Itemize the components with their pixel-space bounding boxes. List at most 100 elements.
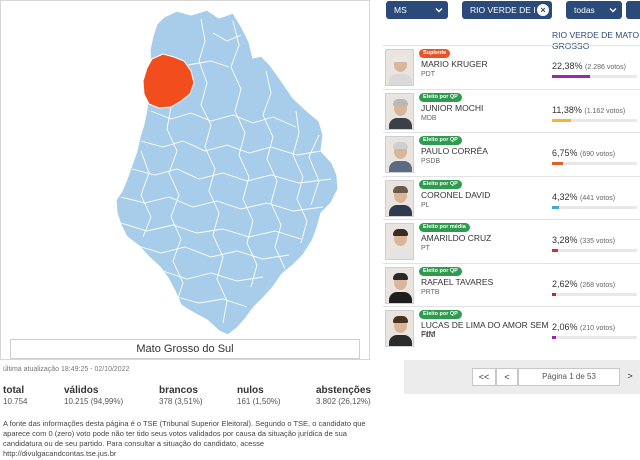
prev-page-button[interactable]: < bbox=[496, 368, 518, 386]
stat-abstencoes-label: abstenções bbox=[316, 385, 372, 396]
photo-hair bbox=[393, 316, 408, 323]
state-map bbox=[115, 9, 339, 336]
stat-brancos-value: 378 (3,51%) bbox=[159, 397, 203, 406]
vote-bar-fill bbox=[552, 249, 558, 252]
stat-abstencoes: abstenções 3.802 (26,12%) bbox=[316, 385, 371, 406]
candidate-photo bbox=[385, 179, 414, 217]
candidate-name: MARIO KRUGER bbox=[421, 59, 488, 69]
vote-count: (690 votos) bbox=[580, 151, 616, 158]
vote-bar-fill bbox=[552, 162, 564, 165]
vote-bar-track bbox=[552, 292, 637, 296]
photo-shirt bbox=[389, 74, 412, 85]
scope-select-value: todas bbox=[574, 5, 595, 15]
vote-percent: 11,38% bbox=[552, 104, 582, 115]
vote-percent: 4,32% bbox=[552, 191, 578, 202]
status-badge: Eleito por QP bbox=[419, 179, 462, 189]
candidate-party: PT bbox=[421, 245, 430, 252]
vote-percent: 3,28% bbox=[552, 235, 578, 245]
vote-share: 2,62% (268 votos) bbox=[552, 279, 615, 289]
candidate-name: AMARILDO CRUZ bbox=[421, 233, 492, 243]
vote-bar-track bbox=[552, 336, 637, 339]
scope-select[interactable]: todas bbox=[566, 1, 622, 19]
candidate-photo bbox=[385, 310, 414, 347]
candidate-party: PSDB bbox=[421, 158, 441, 165]
photo-hair bbox=[393, 185, 408, 193]
photo-hair bbox=[393, 55, 408, 62]
status-badge: Eleito por QP bbox=[419, 92, 462, 102]
photo-shirt bbox=[389, 335, 412, 346]
stat-validos: válidos 10.215 (94,99%) bbox=[64, 385, 123, 406]
status-badge: Suplente bbox=[419, 49, 451, 58]
candidate-photo bbox=[385, 266, 414, 304]
candidate-row[interactable]: Eleito por QP CORONEL DAVID PL 4,32% (441 v… bbox=[383, 175, 640, 219]
status-badge: Eleito por QP bbox=[419, 136, 462, 145]
municipality-map[interactable] bbox=[115, 9, 339, 336]
vote-share: 3,28% (335 votos) bbox=[552, 235, 615, 245]
photo-shirt bbox=[389, 117, 412, 129]
candidate-name: JUNIOR MOCHI bbox=[421, 102, 484, 113]
vote-count: (268 votos) bbox=[580, 281, 616, 289]
stat-validos-value: 10.215 (94,99%) bbox=[64, 397, 124, 406]
vote-bar-track bbox=[552, 249, 637, 252]
state-select[interactable]: MS bbox=[386, 1, 448, 19]
vote-count: (210 votos) bbox=[580, 325, 616, 332]
vote-count: (2.286 votos) bbox=[585, 64, 626, 71]
vote-bar-track bbox=[552, 118, 637, 122]
candidate-party: PRTB bbox=[421, 288, 440, 296]
status-badge: Eleito por QP bbox=[419, 310, 462, 319]
vote-share: 2,06% (210 votos) bbox=[552, 322, 615, 332]
city-select-value: RIO VERDE DE I bbox=[470, 5, 536, 15]
photo-shirt bbox=[389, 161, 412, 172]
photo-hair bbox=[393, 272, 408, 280]
map-panel: Mato Grosso do Sul bbox=[0, 0, 370, 360]
candidate-row[interactable]: Eleito por QP JUNIOR MOCHI MDB 11,38% (1.16… bbox=[383, 88, 640, 132]
vote-bar-fill bbox=[552, 336, 556, 339]
candidate-row[interactable]: Eleito por média AMARILDO CRUZ PT 3,28% (33… bbox=[383, 219, 640, 262]
stat-abstencoes-value: 3.802 (26,12%) bbox=[316, 397, 371, 406]
vote-bar-fill bbox=[552, 118, 572, 122]
vote-count: (441 votos) bbox=[580, 194, 616, 202]
candidate-party: PDT bbox=[421, 332, 435, 339]
photo-hair bbox=[393, 98, 408, 106]
vote-bar-fill bbox=[552, 75, 591, 78]
next-page-button[interactable]: > bbox=[620, 368, 640, 386]
vote-percent: 22,38% bbox=[552, 61, 583, 71]
stat-total: total 10.754 bbox=[3, 385, 27, 406]
vote-bar-track bbox=[552, 205, 637, 209]
vote-share: 6,75% (690 votos) bbox=[552, 148, 615, 158]
candidate-party: PL bbox=[421, 201, 430, 209]
stat-nulos-label: nulos bbox=[237, 385, 264, 396]
stat-total-label: total bbox=[3, 385, 25, 396]
clear-city-icon[interactable]: × bbox=[537, 4, 549, 16]
vote-share: 22,38% (2.286 votos) bbox=[552, 61, 626, 71]
candidate-row[interactable]: Eleito por QP PAULO CORRÊA PSDB 6,75% (690 … bbox=[383, 132, 640, 175]
photo-hair bbox=[393, 229, 408, 236]
state-select-value: MS bbox=[394, 5, 407, 15]
candidate-name: LUCAS DE LIMA DO AMOR SEM FIM bbox=[421, 320, 549, 339]
vote-bar-track bbox=[552, 162, 637, 165]
status-badge: Eleito por QP bbox=[419, 266, 462, 276]
city-select[interactable]: RIO VERDE DE I × bbox=[462, 1, 552, 19]
candidate-photo bbox=[385, 92, 414, 130]
vote-percent: 6,75% bbox=[552, 148, 578, 158]
candidate-name: CORONEL DAVID bbox=[421, 189, 491, 200]
candidate-row[interactable]: Eleito por QP RAFAEL TAVARES PRTB 2,62% (26… bbox=[383, 262, 640, 306]
stat-nulos: nulos 161 (1,50%) bbox=[237, 385, 281, 406]
candidate-photo bbox=[385, 136, 414, 173]
chevron-down-icon bbox=[609, 8, 617, 13]
vote-share: 11,38% (1.162 votos) bbox=[552, 105, 625, 115]
first-page-button[interactable]: << bbox=[472, 368, 496, 386]
candidate-row[interactable]: Suplente MARIO KRUGER PDT 22,38% (2.286 vot… bbox=[383, 45, 640, 88]
candidate-row[interactable]: Eleito por QP LUCAS DE LIMA DO AMOR SEM F… bbox=[383, 306, 640, 349]
candidate-name: PAULO CORRÊA bbox=[421, 146, 488, 156]
vote-share: 4,32% (441 votos) bbox=[552, 192, 615, 202]
photo-shirt bbox=[389, 204, 412, 216]
vote-count: (335 votos) bbox=[580, 238, 616, 245]
source-footnote: A fonte das informações desta página é o… bbox=[3, 419, 366, 458]
stat-total-value: 10.754 bbox=[3, 397, 28, 406]
stat-brancos: brancos 378 (3,51%) bbox=[159, 385, 203, 406]
overflow-filter-tab[interactable] bbox=[626, 1, 640, 19]
page-info: Página 1 de 53 bbox=[518, 368, 620, 386]
photo-hair bbox=[393, 142, 408, 149]
stat-validos-label: válidos bbox=[64, 385, 99, 396]
